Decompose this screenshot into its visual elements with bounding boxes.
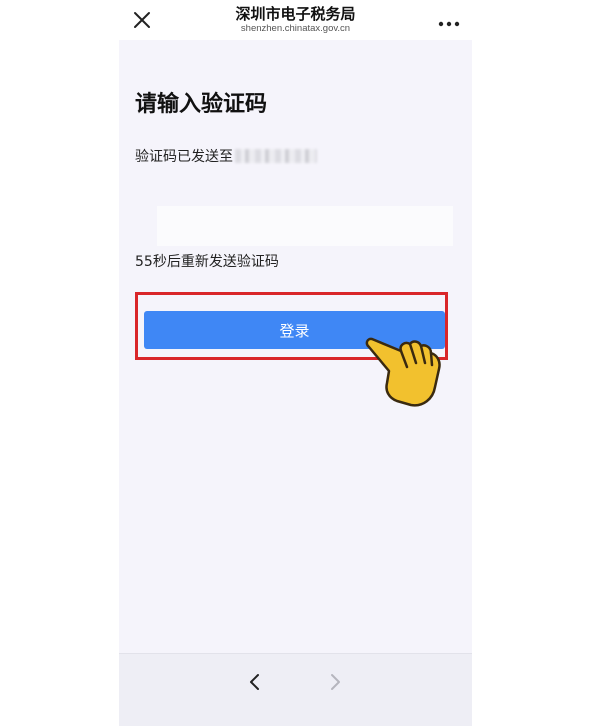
verify-heading: 请输入验证码 xyxy=(135,92,268,117)
sent-notice: 验证码已发送至 xyxy=(135,146,317,166)
sent-label: 验证码已发送至 xyxy=(135,149,233,165)
page-domain: shenzhen.chinatax.gov.cn xyxy=(240,23,351,34)
verification-code-input[interactable] xyxy=(157,206,453,246)
phone-screen: 深圳市电子税务局 shenzhen.chinatax.gov.cn 请输入验证码… xyxy=(119,0,472,726)
chevron-left-icon xyxy=(250,674,259,690)
more-button[interactable] xyxy=(438,14,460,27)
bottom-nav-bar xyxy=(119,653,472,726)
top-bar: 深圳市电子税务局 shenzhen.chinatax.gov.cn xyxy=(119,0,472,40)
more-dots-icon xyxy=(438,21,460,27)
pointing-hand-icon xyxy=(365,337,441,407)
forward-button[interactable] xyxy=(327,672,343,692)
title-block: 深圳市电子税务局 shenzhen.chinatax.gov.cn xyxy=(119,5,472,35)
masked-phone-number xyxy=(235,149,317,163)
chevron-right-icon xyxy=(331,674,340,690)
back-button[interactable] xyxy=(247,672,263,692)
page-title: 深圳市电子税务局 xyxy=(235,5,356,23)
resend-countdown: 55秒后重新发送验证码 xyxy=(135,254,279,270)
